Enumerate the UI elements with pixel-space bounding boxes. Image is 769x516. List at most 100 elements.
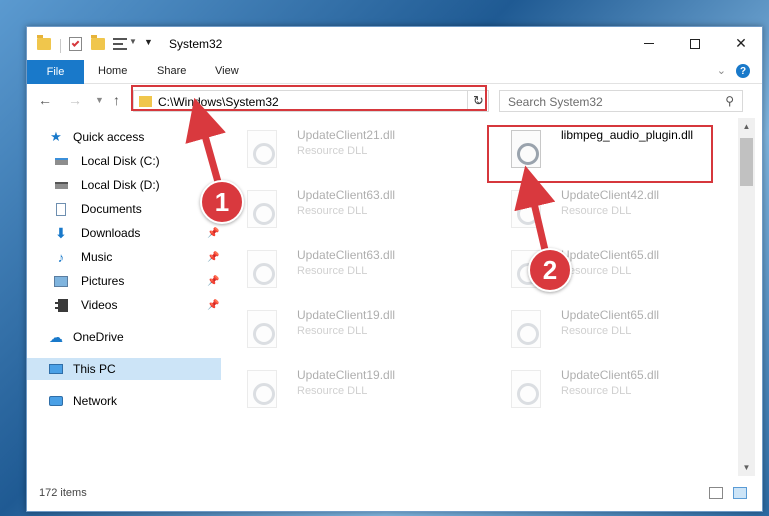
file-type: Resource DLL <box>561 385 632 397</box>
address-highlight-box <box>131 85 487 111</box>
file-highlight-box <box>487 125 713 183</box>
sidebar-item-quick-access[interactable]: ★ Quick access <box>27 126 221 148</box>
up-arrow-icon: ↑ <box>113 92 120 108</box>
file-type: Resource DLL <box>297 145 368 157</box>
ribbon: File Home Share View ⌄ ? <box>27 60 762 84</box>
dll-file-icon <box>511 190 541 228</box>
sidebar-item-label: Music <box>81 250 113 264</box>
file-item[interactable]: UpdateClient19.dll Resource DLL <box>223 304 453 356</box>
dll-file-icon <box>511 310 541 348</box>
file-name: UpdateClient19.dll <box>297 308 396 322</box>
sidebar-item-documents[interactable]: Documents <box>27 198 221 220</box>
file-item[interactable]: UpdateClient21.dll Resource DLL <box>223 124 453 176</box>
minimize-button[interactable] <box>626 27 672 60</box>
file-item[interactable]: UpdateClient19.dll Resource DLL <box>223 364 453 416</box>
file-name: UpdateClient21.dll <box>297 128 396 142</box>
sidebar-item-label: Network <box>73 394 118 408</box>
callout-badge-2: 2 <box>528 248 572 292</box>
back-arrow-icon: ← <box>38 92 52 108</box>
scroll-down-icon[interactable]: ▼ <box>738 459 755 476</box>
file-type: Resource DLL <box>297 265 368 277</box>
sidebar-item-pictures[interactable]: Pictures 📌 <box>27 270 221 292</box>
file-item[interactable]: UpdateClient63.dll Resource DLL <box>223 184 453 236</box>
search-box[interactable]: Search System32 ⚲ <box>499 90 743 112</box>
file-item[interactable]: UpdateClient65.dll Resource DLL <box>487 364 717 416</box>
close-icon: ✕ <box>735 35 747 51</box>
network-icon <box>49 394 63 408</box>
sidebar-item-videos[interactable]: Videos 📌 <box>27 294 221 316</box>
expand-ribbon-icon[interactable]: ⌄ <box>717 64 726 77</box>
file-name: UpdateClient63.dll <box>297 188 396 202</box>
title-bar: ▼ ▼ System32 ✕ <box>27 27 762 60</box>
back-button[interactable]: ← <box>38 92 52 108</box>
minimize-icon <box>644 43 654 44</box>
search-input[interactable]: Search System32 <box>508 95 603 109</box>
properties-icon[interactable] <box>69 37 82 51</box>
sidebar-item-label: Documents <box>81 202 142 216</box>
tab-file[interactable]: File <box>27 60 84 84</box>
file-item[interactable]: UpdateClient65.dll Resource DLL <box>487 244 717 296</box>
search-icon[interactable]: ⚲ <box>725 94 734 108</box>
dll-file-icon <box>247 190 277 228</box>
pin-icon[interactable]: 📌 <box>207 276 219 287</box>
explorer-window: ▼ ▼ System32 ✕ File Home Share View ⌄ ? … <box>26 26 763 512</box>
help-icon[interactable]: ? <box>736 64 750 78</box>
dll-file-icon <box>247 130 277 168</box>
scroll-thumb[interactable] <box>740 138 753 186</box>
sidebar-item-this-pc[interactable]: This PC <box>27 358 221 380</box>
view-toggle-icon[interactable] <box>113 38 127 50</box>
file-name: UpdateClient65.dll <box>561 308 660 322</box>
dll-file-icon <box>247 310 277 348</box>
chevron-down-icon[interactable]: ▼ <box>129 37 137 46</box>
vertical-scrollbar[interactable]: ▲ ▼ <box>738 118 755 476</box>
file-type: Resource DLL <box>297 205 368 217</box>
sidebar-item-onedrive[interactable]: ☁ OneDrive <box>27 326 221 348</box>
dll-file-icon <box>247 370 277 408</box>
sidebar-item-label: Pictures <box>81 274 125 288</box>
pin-icon[interactable]: 📌 <box>207 228 219 239</box>
sidebar-item-label: Local Disk (D:) <box>81 178 160 192</box>
close-button[interactable]: ✕ <box>718 27 762 60</box>
sidebar-item-local-disk-c[interactable]: Local Disk (C:) <box>27 150 221 172</box>
file-type: Resource DLL <box>297 385 368 397</box>
up-button[interactable]: ↑ <box>113 92 120 108</box>
title-separator <box>60 39 61 53</box>
download-icon: ⬇ <box>55 224 67 241</box>
forward-arrow-icon: → <box>68 92 82 108</box>
folder-icon <box>37 35 51 50</box>
file-item[interactable]: UpdateClient42.dll Resource DLL <box>487 184 717 236</box>
sidebar-item-local-disk-d[interactable]: Local Disk (D:) <box>27 174 221 196</box>
sidebar-item-label: Quick access <box>73 130 145 144</box>
tab-share[interactable]: Share <box>157 65 186 77</box>
file-name: UpdateClient65.dll <box>561 368 660 382</box>
forward-button[interactable]: → <box>68 92 82 108</box>
callout-badge-1: 1 <box>200 180 244 224</box>
tab-view[interactable]: View <box>215 65 239 77</box>
dll-file-icon <box>247 250 277 288</box>
sidebar-item-music[interactable]: ♪ Music 📌 <box>27 246 221 268</box>
customize-toolbar-icon[interactable]: ▼ <box>144 37 153 47</box>
drive-icon <box>54 154 68 168</box>
scroll-up-icon[interactable]: ▲ <box>738 118 755 135</box>
new-folder-icon[interactable] <box>91 35 105 50</box>
maximize-button[interactable] <box>672 27 718 60</box>
pictures-icon <box>54 274 68 288</box>
details-view-icon[interactable] <box>709 487 723 499</box>
file-name: UpdateClient19.dll <box>297 368 396 382</box>
large-icons-view-icon[interactable] <box>733 487 747 499</box>
sidebar-item-network[interactable]: Network <box>27 390 221 412</box>
file-item[interactable]: UpdateClient63.dll Resource DLL <box>223 244 453 296</box>
videos-icon <box>54 298 68 312</box>
status-bar: 172 items <box>27 477 762 511</box>
cloud-icon: ☁ <box>49 328 63 345</box>
pin-icon[interactable]: 📌 <box>207 300 219 311</box>
file-item[interactable]: UpdateClient65.dll Resource DLL <box>487 304 717 356</box>
tab-home[interactable]: Home <box>98 65 127 77</box>
sidebar-item-downloads[interactable]: ⬇ Downloads 📌 <box>27 222 221 244</box>
recent-locations-button[interactable]: ▼ <box>95 95 104 105</box>
window-title: System32 <box>169 37 223 51</box>
documents-icon <box>54 202 68 216</box>
sidebar-item-label: Downloads <box>81 226 141 240</box>
sidebar-item-label: This PC <box>73 362 116 376</box>
pin-icon[interactable]: 📌 <box>207 252 219 263</box>
